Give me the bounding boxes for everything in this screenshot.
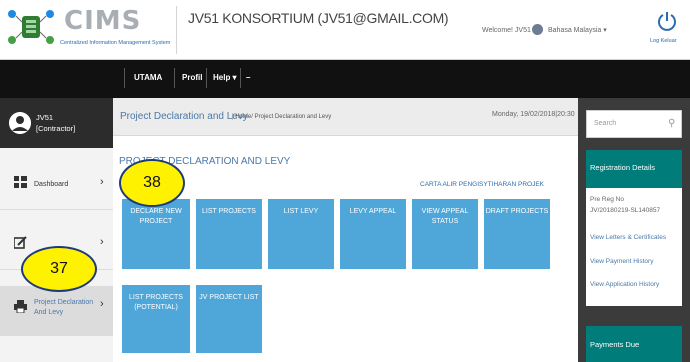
- sidebar-item-label: Dashboard: [34, 181, 69, 188]
- annotation-badge-38: 38: [119, 159, 185, 207]
- logo-text: CIMS: [64, 6, 142, 36]
- user-role: [Contractor]: [36, 124, 76, 133]
- view-payment-history-link[interactable]: View Payment History: [590, 258, 653, 265]
- declare-new-project-tile[interactable]: DECLARE NEW PROJECT: [122, 199, 190, 269]
- flowchart-link[interactable]: CARTA ALIR PENGISYTIHARAN PROJEK: [420, 181, 544, 188]
- welcome-dropdown[interactable]: Welcome! JV51 ▾: [482, 26, 536, 34]
- page-title: Project Declaration and Levy: [120, 111, 248, 122]
- printer-icon: [14, 300, 27, 313]
- org-title: JV51 KONSORTIUM (JV51@GMAIL.COM): [188, 10, 449, 26]
- edit-icon: [14, 236, 27, 249]
- nav-profil[interactable]: Profil: [182, 73, 202, 82]
- search-placeholder: Search: [594, 120, 617, 127]
- search-icon[interactable]: ⚲: [668, 118, 675, 129]
- sidebar-item-label: Project Declaration And Levy: [34, 299, 94, 316]
- header-divider: [176, 6, 177, 54]
- view-appeal-status-tile[interactable]: VIEW APPEAL STATUS: [412, 199, 478, 269]
- nav-help[interactable]: Help ▾: [213, 73, 237, 82]
- globe-icon: [532, 24, 543, 35]
- dashboard-icon: [14, 176, 27, 188]
- top-navbar: [0, 60, 690, 98]
- registration-title: Registration Details: [590, 163, 656, 172]
- nav-separator: [124, 68, 125, 88]
- avatar: [9, 112, 31, 134]
- power-icon[interactable]: [656, 10, 678, 32]
- user-name-text: JV51: [36, 113, 54, 122]
- view-application-history-link[interactable]: View Application History: [590, 281, 659, 288]
- levy-appeal-tile[interactable]: LEVY APPEAL: [340, 199, 406, 269]
- list-projects-tile[interactable]: LIST PROJECTS: [196, 199, 262, 269]
- pre-reg-number: JV/20180219-SL140857: [590, 207, 661, 214]
- view-letters-link[interactable]: View Letters & Certificates: [590, 234, 666, 241]
- nav-separator: [240, 68, 241, 88]
- jv-project-list-tile[interactable]: JV PROJECT LIST: [196, 285, 262, 353]
- chevron-right-icon: ›: [100, 298, 104, 310]
- payments-due-title: Payments Due: [590, 340, 640, 349]
- nav-separator: [206, 68, 207, 88]
- chevron-right-icon: ›: [100, 236, 104, 248]
- draft-projects-tile[interactable]: DRAFT PROJECTS: [484, 199, 550, 269]
- list-levy-tile[interactable]: LIST LEVY: [268, 199, 334, 269]
- breadcrumb[interactable]: | Home/ Project Declaration and Levy: [232, 114, 331, 120]
- nav-separator: [174, 68, 175, 88]
- user-name: JV51 [Contractor]: [36, 112, 75, 134]
- logo-tagline: Centralized Information Management Syste…: [60, 40, 171, 46]
- pre-reg-label: Pre Reg No: [590, 196, 624, 203]
- cims-network-icon: [8, 10, 54, 44]
- chevron-right-icon: ›: [100, 176, 104, 188]
- nav-utama[interactable]: UTAMA: [134, 73, 162, 82]
- nav-extra[interactable]: –: [246, 73, 250, 82]
- language-dropdown[interactable]: Bahasa Malaysia ▾: [548, 26, 607, 34]
- logout-link[interactable]: Log Keluar: [650, 38, 677, 44]
- date-time: Monday, 19/02/2018|20:30: [492, 111, 575, 118]
- annotation-badge-37: 37: [21, 246, 97, 292]
- list-projects-potential-tile[interactable]: LIST PROJECTS (POTENTIAL): [122, 285, 190, 353]
